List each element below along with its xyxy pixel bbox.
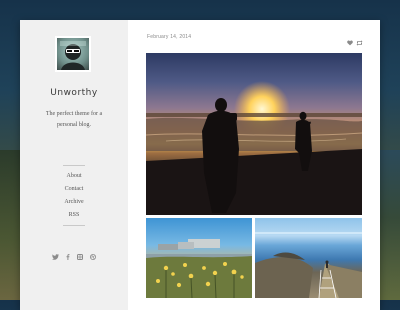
- coastal-path-photo[interactable]: [255, 218, 362, 298]
- avatar-portrait: [60, 41, 86, 70]
- coastal-path-scene: [255, 232, 362, 298]
- site-tagline: The perfect theme for a personal blog.: [45, 111, 103, 128]
- nav-divider-bottom: [63, 225, 85, 226]
- sunset-beach-scene: [146, 81, 362, 215]
- instagram-icon[interactable]: [77, 247, 84, 260]
- site-title[interactable]: Unworthy: [20, 88, 128, 98]
- post-actions: [347, 33, 363, 46]
- sidebar: Unworthy The perfect theme for a persona…: [20, 20, 128, 310]
- post-date[interactable]: February 14, 2014: [147, 34, 191, 40]
- dribbble-icon[interactable]: [89, 247, 96, 260]
- blog-card: Unworthy The perfect theme for a persona…: [20, 20, 380, 310]
- heart-icon[interactable]: [347, 33, 353, 46]
- wildflowers-photo[interactable]: [146, 218, 252, 298]
- facebook-icon[interactable]: [65, 247, 71, 260]
- background-hills-left: [0, 150, 22, 300]
- nav-item-about[interactable]: About: [20, 170, 128, 183]
- reblog-icon[interactable]: [356, 33, 363, 46]
- post-area: February 14, 2014: [128, 20, 380, 310]
- wildflowers-scene: [146, 239, 252, 298]
- nav-item-archive[interactable]: Archive: [20, 196, 128, 209]
- nav-item-contact[interactable]: Contact: [20, 183, 128, 196]
- social-links: [52, 246, 96, 260]
- avatar[interactable]: [55, 36, 91, 72]
- nav-item-rss[interactable]: RSS: [20, 209, 128, 222]
- sunset-beach-photo[interactable]: [146, 53, 362, 215]
- twitter-icon[interactable]: [52, 247, 59, 260]
- background-hills-right: [378, 150, 400, 300]
- nav-divider-top: [63, 165, 85, 166]
- site-nav: About Contact Archive RSS: [20, 170, 128, 222]
